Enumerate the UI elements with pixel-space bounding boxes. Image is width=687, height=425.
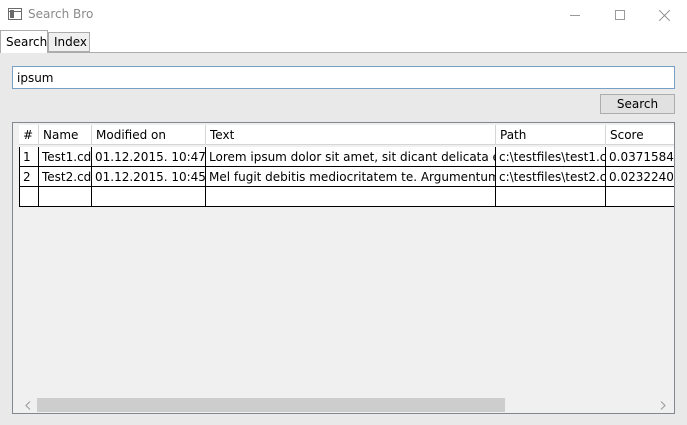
- scrollbar-thumb[interactable]: [37, 398, 505, 412]
- close-icon: [659, 9, 671, 21]
- search-panel: Search # Name Modified on Text Path Scor…: [0, 52, 687, 425]
- minimize-icon: [570, 14, 580, 16]
- cell-path[interactable]: [496, 187, 606, 207]
- grid-header-row: # Name Modified on Text Path Score: [19, 125, 674, 145]
- cell-number[interactable]: 1: [19, 147, 39, 167]
- cell-text[interactable]: Mel fugit debitis mediocritatem te. Argu…: [206, 167, 496, 187]
- maximize-icon: [615, 10, 625, 20]
- tab-strip: Search Index: [0, 30, 687, 53]
- column-header-number[interactable]: #: [19, 125, 39, 145]
- cell-modified[interactable]: 01.12.2015. 10:47:13: [92, 147, 206, 167]
- cell-name[interactable]: Test2.cdr: [39, 167, 92, 187]
- tab-index[interactable]: Index: [48, 32, 90, 52]
- cell-score[interactable]: 0.02322402: [606, 167, 674, 187]
- search-input[interactable]: [12, 66, 675, 89]
- cell-text[interactable]: Lorem ipsum dolor sit amet, sit dicant d…: [206, 147, 496, 167]
- table-row[interactable]: 2 Test2.cdr 01.12.2015. 10:45:13 Mel fug…: [19, 167, 674, 187]
- cell-modified[interactable]: 01.12.2015. 10:45:13: [92, 167, 206, 187]
- chevron-left-icon[interactable]: [21, 398, 35, 412]
- title-bar: Search Bro: [0, 0, 687, 30]
- window-title: Search Bro: [28, 7, 94, 21]
- tab-search[interactable]: Search: [0, 30, 48, 53]
- minimize-button[interactable]: [552, 0, 598, 30]
- cell-text[interactable]: [206, 187, 496, 207]
- chevron-right-icon[interactable]: [656, 398, 670, 412]
- cell-name[interactable]: Test1.cdr: [39, 147, 92, 167]
- cell-path[interactable]: c:\testfiles\test1.cdr: [496, 147, 606, 167]
- app-window-icon: [8, 8, 22, 20]
- cell-score[interactable]: 0.03715843: [606, 147, 674, 167]
- maximize-button[interactable]: [597, 0, 643, 30]
- cell-number[interactable]: [19, 187, 39, 207]
- search-button[interactable]: Search: [600, 94, 675, 114]
- cell-score[interactable]: [606, 187, 674, 207]
- close-button[interactable]: [642, 0, 687, 30]
- cell-number[interactable]: 2: [19, 167, 39, 187]
- column-header-text[interactable]: Text: [206, 125, 496, 145]
- cell-modified[interactable]: [92, 187, 206, 207]
- table-row-new[interactable]: [19, 187, 674, 207]
- cell-path[interactable]: c:\testfiles\test2.cdr: [496, 167, 606, 187]
- column-header-path[interactable]: Path: [496, 125, 606, 145]
- column-header-modified[interactable]: Modified on: [92, 125, 206, 145]
- column-header-name[interactable]: Name: [39, 125, 92, 145]
- cell-name[interactable]: [39, 187, 92, 207]
- results-grid[interactable]: # Name Modified on Text Path Score 1 Tes…: [12, 122, 675, 414]
- horizontal-scrollbar[interactable]: [13, 396, 674, 413]
- column-header-score[interactable]: Score: [606, 125, 674, 145]
- table-row[interactable]: 1 Test1.cdr 01.12.2015. 10:47:13 Lorem i…: [19, 147, 674, 167]
